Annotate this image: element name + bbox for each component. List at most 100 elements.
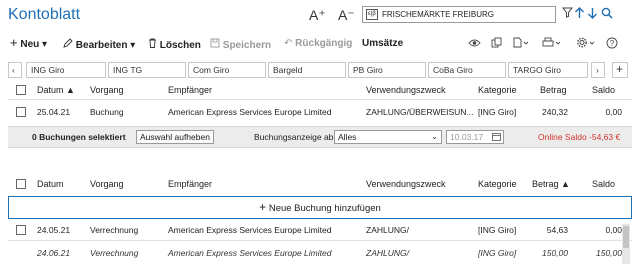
top-col-empfaenger[interactable]: Empfänger <box>168 85 212 95</box>
top-col-saldo[interactable]: Saldo <box>592 85 615 95</box>
row-vorgang: Verrechnung <box>90 248 139 258</box>
arrow-down-icon[interactable] <box>587 7 598 22</box>
delete-button[interactable]: Löschen <box>148 38 201 51</box>
row-empfaenger: American Express Services Europe Limited <box>168 225 332 235</box>
row-empfaenger: American Express Services Europe Limited <box>168 107 332 117</box>
tab-bargeld[interactable]: Bargeld <box>268 62 346 78</box>
font-increase-button[interactable]: A⁺ <box>309 7 326 24</box>
tab-com-giro[interactable]: Com Giro <box>188 62 266 78</box>
plus-icon: + <box>259 200 267 214</box>
row-datum: 25.04.21 <box>37 107 71 117</box>
trash-icon <box>149 38 156 48</box>
tabs-scroll-right-button[interactable]: › <box>591 62 605 78</box>
eye-icon[interactable] <box>468 37 481 51</box>
online-balance: Online Saldo -54,63 € <box>538 132 621 142</box>
new-button-label: Neu <box>20 39 40 50</box>
bottom-col-betrag[interactable]: Betrag ▲ <box>532 179 570 189</box>
row-empfaenger: American Express Services Europe Limited <box>168 248 332 258</box>
top-col-datum-label: Datum <box>37 85 64 95</box>
display-range-select[interactable]: Alles ⌄ <box>334 130 442 144</box>
account-selector[interactable]: ε|β FRISCHEMÄRKTE FREIBURG <box>362 6 556 23</box>
table-row[interactable]: 25.04.21 Buchung American Express Servic… <box>8 104 632 120</box>
row-vorgang: Buchung <box>90 107 124 117</box>
display-range-value: Alles <box>338 132 357 142</box>
document-icon[interactable] <box>513 37 529 51</box>
arrow-up-icon[interactable] <box>574 7 585 22</box>
font-decrease-button[interactable]: A⁻ <box>338 7 355 24</box>
row-kategorie: [ING Giro] <box>478 107 517 117</box>
row-vorgang: Verrechnung <box>90 225 139 235</box>
pencil-icon <box>63 38 73 48</box>
add-booking-label: Neue Buchung hinzufügen <box>268 203 381 214</box>
tab-pb-giro[interactable]: PB Giro <box>348 62 426 78</box>
row-checkbox[interactable] <box>16 225 26 235</box>
row-betrag: 240,32 <box>542 107 568 117</box>
row-kategorie: [ING Giro] <box>478 225 517 235</box>
tab-ing-giro[interactable]: ING Giro <box>26 62 106 78</box>
bottom-col-datum[interactable]: Datum <box>37 179 64 189</box>
tab-targo-giro[interactable]: TARGO Giro <box>508 62 588 78</box>
bottom-col-saldo[interactable]: Saldo <box>592 179 615 189</box>
filter-icon[interactable] <box>561 7 574 21</box>
selected-count: 0 Buchungen selektiert <box>32 132 126 142</box>
top-select-all-checkbox[interactable] <box>16 85 26 95</box>
divider <box>8 240 632 241</box>
settings-gear-icon[interactable] <box>576 37 596 51</box>
account-tabs: ‹ ING Giro ING TG Com Giro Bargeld PB Gi… <box>8 62 632 78</box>
row-checkbox[interactable] <box>16 107 26 117</box>
undo-button[interactable]: ↶ Rückgängig <box>284 38 352 49</box>
row-saldo: 0,00 <box>605 107 622 117</box>
edit-button-label: Bearbeiten <box>75 40 128 51</box>
clear-selection-button[interactable]: Auswahl aufheben <box>136 130 214 144</box>
add-booking-button[interactable]: + Neue Buchung hinzufügen <box>8 196 632 219</box>
print-icon[interactable] <box>542 37 562 51</box>
vertical-scrollbar[interactable] <box>622 224 630 264</box>
table-row[interactable]: 24.05.21 Verrechnung American Express Se… <box>8 222 632 238</box>
row-betrag: 150,00 <box>542 248 568 258</box>
row-betrag: 54,63 <box>546 225 568 235</box>
new-button[interactable]: + Neu ▾ <box>10 36 47 50</box>
settle-button-label: Umsätze <box>362 38 404 49</box>
search-icon[interactable] <box>601 7 613 22</box>
account-selector-label: FRISCHEMÄRKTE FREIBURG <box>382 10 495 19</box>
top-col-betrag[interactable]: Betrag <box>540 85 567 95</box>
bottom-select-all-checkbox[interactable] <box>16 179 26 189</box>
row-zweck: ZAHLUNG/ <box>366 225 409 235</box>
bottom-col-empfaenger[interactable]: Empfänger <box>168 179 212 189</box>
save-icon <box>210 38 220 48</box>
top-col-kategorie[interactable]: Kategorie <box>478 85 517 95</box>
table-row[interactable]: 24.06.21 Verrechnung American Express Se… <box>8 245 632 261</box>
top-col-zweck[interactable]: Verwendungszweck <box>366 85 446 95</box>
copy-icon[interactable] <box>491 37 502 51</box>
svg-text:?: ? <box>610 39 615 48</box>
tab-ing-tg[interactable]: ING TG <box>108 62 186 78</box>
help-icon[interactable]: ? <box>606 37 618 52</box>
row-saldo: 0,00 <box>605 225 622 235</box>
bottom-col-kategorie[interactable]: Kategorie <box>478 179 517 189</box>
save-button[interactable]: Speichern <box>210 38 271 51</box>
bottom-col-zweck[interactable]: Verwendungszweck <box>366 179 446 189</box>
calendar-icon <box>492 132 501 144</box>
bottom-col-vorgang[interactable]: Vorgang <box>90 179 124 189</box>
settle-button[interactable]: Umsätze <box>362 38 403 49</box>
date-value: 10.03.17 <box>450 132 484 142</box>
edit-button[interactable]: Bearbeiten ▾ <box>63 38 135 51</box>
top-col-datum[interactable]: Datum ▲ <box>37 85 75 95</box>
add-account-button[interactable]: + <box>612 62 628 78</box>
row-zweck: ZAHLUNG/ <box>366 248 409 258</box>
display-from-label: Buchungsanzeige ab <box>254 132 334 142</box>
row-zweck: ZAHLUNG/ÜBERWEISUN... <box>366 107 474 117</box>
date-field[interactable]: 10.03.17 <box>446 130 504 144</box>
page-title: Kontoblatt <box>8 6 81 23</box>
tab-coba-giro[interactable]: CoBa Giro <box>428 62 506 78</box>
delete-button-label: Löschen <box>159 40 201 51</box>
undo-icon: ↶ <box>284 38 293 49</box>
selection-bar: 0 Buchungen selektiert Auswahl aufheben … <box>8 126 632 148</box>
undo-button-label: Rückgängig <box>295 38 353 49</box>
scrollbar-thumb[interactable] <box>623 226 629 248</box>
top-col-vorgang[interactable]: Vorgang <box>90 85 124 95</box>
account-icon: ε|β <box>366 9 378 20</box>
tabs-scroll-left-button[interactable]: ‹ <box>8 62 22 78</box>
chevron-down-icon: ⌄ <box>431 132 438 141</box>
divider <box>8 99 632 100</box>
